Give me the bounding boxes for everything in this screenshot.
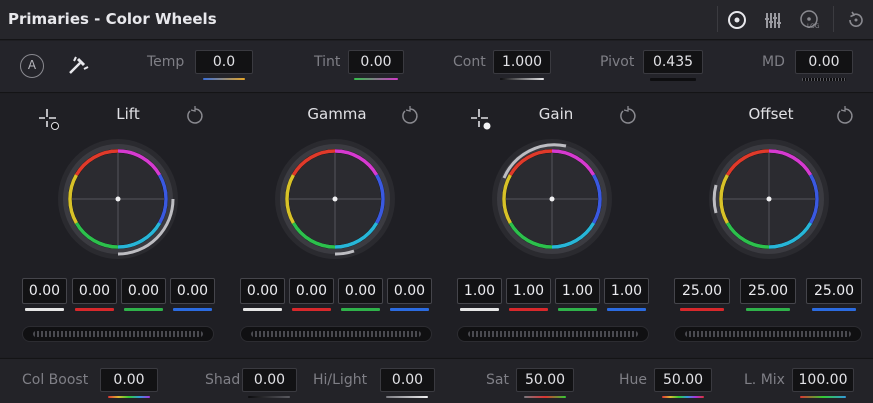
log-label: LOG	[807, 23, 820, 30]
pivot-field[interactable]: 0.435	[643, 50, 703, 74]
gamma-green-value[interactable]: 0.00	[338, 278, 383, 304]
gamma-master-indicator	[243, 308, 282, 311]
offset-blue-indicator	[812, 308, 856, 311]
gain-blue-indicator	[607, 308, 646, 311]
lift-reset-icon[interactable]	[184, 105, 206, 127]
cont-slider[interactable]	[500, 78, 544, 80]
gamma-master-wheel[interactable]	[240, 326, 432, 342]
temp-slider[interactable]	[203, 78, 245, 80]
gain-picker-icon[interactable]	[468, 107, 494, 131]
bars-mode-icon[interactable]	[761, 9, 785, 31]
pivot-label: Pivot	[600, 54, 635, 70]
pivot-slider[interactable]	[650, 78, 696, 81]
col-boost-field[interactable]: 0.00	[100, 368, 158, 392]
gamma-red-indicator	[292, 308, 331, 311]
header-divider	[833, 6, 834, 32]
tint-field[interactable]: 0.00	[348, 50, 404, 74]
offset-green-value[interactable]: 25.00	[740, 278, 796, 304]
offset-blue-value[interactable]: 25.00	[806, 278, 862, 304]
gain-title: Gain	[538, 105, 574, 123]
gain-red-indicator	[509, 308, 548, 311]
shad-field[interactable]: 0.00	[242, 368, 297, 392]
header-divider	[717, 6, 718, 32]
offset-green-indicator	[746, 308, 790, 311]
lift-picker-icon[interactable]	[36, 107, 62, 131]
panel-header: Primaries - Color Wheels LOG	[0, 0, 873, 40]
col-boost-slider[interactable]	[108, 396, 150, 398]
temp-field[interactable]: 0.0	[195, 50, 253, 74]
lift-blue-value[interactable]: 0.00	[170, 278, 215, 304]
gain-red-value[interactable]: 1.00	[506, 278, 551, 304]
gamma-red-value[interactable]: 0.00	[289, 278, 334, 304]
gamma-green-indicator	[341, 308, 380, 311]
auto-balance-button[interactable]: A	[20, 54, 44, 78]
tint-label: Tint	[314, 54, 341, 70]
lift-red-value[interactable]: 0.00	[72, 278, 117, 304]
adjustment-bar: Col Boost 0.00 Shad 0.00 Hi/Light 0.00 S…	[0, 358, 873, 403]
offset-wheel[interactable]	[708, 138, 830, 260]
gain-blue-value[interactable]: 1.00	[604, 278, 649, 304]
lift-master-wheel[interactable]	[22, 326, 214, 342]
hue-slider[interactable]	[662, 396, 704, 398]
col-boost-label: Col Boost	[22, 372, 89, 388]
gain-reset-icon[interactable]	[617, 105, 639, 127]
hue-field[interactable]: 50.00	[654, 368, 712, 392]
md-slider[interactable]	[802, 78, 846, 81]
gain-green-indicator	[558, 308, 597, 311]
gamma-master-value[interactable]: 0.00	[240, 278, 285, 304]
offset-title: Offset	[748, 105, 794, 123]
color-wheels-mode-icon[interactable]	[725, 9, 749, 31]
shad-slider[interactable]	[248, 396, 290, 398]
lift-title: Lift	[116, 105, 140, 123]
lift-green-value[interactable]: 0.00	[121, 278, 166, 304]
cont-label: Cont	[453, 54, 486, 70]
offset-red-indicator	[680, 308, 724, 311]
lift-master-indicator	[25, 308, 64, 311]
gain-master-value[interactable]: 1.00	[457, 278, 502, 304]
gain-green-value[interactable]: 1.00	[555, 278, 600, 304]
parameter-bar: A Temp 0.0 Tint 0.00 Cont 1.000 Pivot 0.…	[0, 41, 873, 93]
color-wheels-area: Lift 0.00 0.00 0.00 0.00 Gamma 0.00 0.00…	[0, 94, 873, 357]
gamma-blue-value[interactable]: 0.00	[387, 278, 432, 304]
gamma-blue-indicator	[390, 308, 429, 311]
log-mode-icon[interactable]: LOG	[797, 9, 821, 31]
shad-label: Shad	[205, 372, 241, 388]
lmix-field[interactable]: 100.00	[792, 368, 854, 392]
gamma-title: Gamma	[307, 105, 367, 123]
panel-title: Primaries - Color Wheels	[8, 10, 217, 28]
lift-master-value[interactable]: 0.00	[22, 278, 67, 304]
offset-master-wheel[interactable]	[674, 326, 862, 342]
lmix-label: L. Mix	[744, 372, 785, 388]
gamma-wheel[interactable]	[274, 138, 396, 260]
cont-field[interactable]: 1.000	[493, 50, 551, 74]
hilight-label: Hi/Light	[313, 372, 368, 388]
gain-master-wheel[interactable]	[457, 326, 649, 342]
lift-green-indicator	[124, 308, 163, 311]
gain-wheel[interactable]	[491, 138, 613, 260]
offset-red-value[interactable]: 25.00	[674, 278, 730, 304]
hilight-field[interactable]: 0.00	[380, 368, 435, 392]
sat-label: Sat	[486, 372, 509, 388]
hue-label: Hue	[619, 372, 648, 388]
gain-master-indicator	[460, 308, 499, 311]
lift-blue-indicator	[173, 308, 212, 311]
sat-field[interactable]: 50.00	[516, 368, 574, 392]
md-label: MD	[762, 54, 785, 70]
tint-slider[interactable]	[354, 78, 398, 80]
md-field[interactable]: 0.00	[795, 50, 853, 74]
gamma-reset-icon[interactable]	[399, 105, 421, 127]
sat-slider[interactable]	[524, 396, 566, 398]
temp-label: Temp	[147, 54, 185, 70]
lmix-slider[interactable]	[800, 396, 846, 398]
eyedropper-icon[interactable]	[64, 53, 90, 79]
lift-red-indicator	[75, 308, 114, 311]
lift-wheel[interactable]	[57, 138, 179, 260]
hilight-slider[interactable]	[386, 396, 428, 398]
reset-all-icon[interactable]	[843, 9, 867, 31]
offset-reset-icon[interactable]	[834, 105, 856, 127]
